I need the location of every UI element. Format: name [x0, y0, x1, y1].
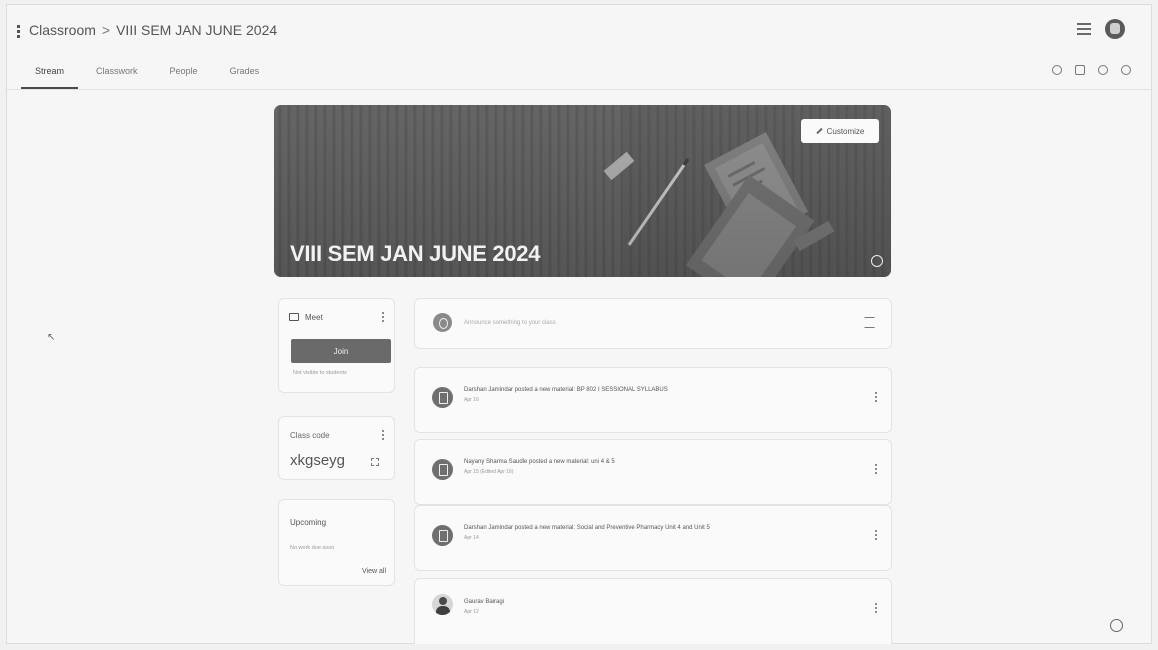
post-more-icon[interactable] — [875, 392, 878, 403]
post-date: Apr 14 — [464, 535, 479, 541]
apps-icon[interactable] — [1077, 23, 1091, 35]
customize-button[interactable]: Customize — [801, 119, 879, 143]
class-banner: VIII SEM JAN JUNE 2024 Customize — [274, 105, 891, 277]
tab-divider — [7, 89, 1151, 90]
settings-icon[interactable] — [1098, 65, 1108, 75]
breadcrumb: Classroom > VIII SEM JAN JUNE 2024 — [29, 22, 277, 38]
post-more-icon[interactable] — [875, 530, 878, 541]
avatar-icon[interactable] — [1105, 19, 1125, 39]
tab-classwork[interactable]: Classwork — [92, 59, 142, 89]
mouse-cursor-icon: ↖ — [47, 332, 56, 343]
tab-bar: Stream Classwork People Grades — [20, 59, 264, 93]
post-date: Apr 15 (Edited Apr 16) — [464, 469, 514, 475]
breadcrumb-separator: > — [101, 22, 111, 38]
upcoming-title: Upcoming — [290, 518, 327, 527]
post-date: Apr 16 — [464, 397, 479, 403]
customize-label: Customize — [826, 126, 865, 136]
class-code-value: xkgseyg — [290, 452, 346, 469]
material-icon — [432, 525, 453, 546]
tab-grades[interactable]: Grades — [226, 59, 264, 89]
post-more-icon[interactable] — [875, 464, 878, 475]
class-title: VIII SEM JAN JUNE 2024 — [290, 241, 541, 266]
class-code-label: Class code — [290, 431, 330, 440]
announce-box[interactable]: Announce something to your class — [414, 298, 892, 349]
material-icon — [432, 387, 453, 408]
help-icon[interactable] — [1110, 619, 1123, 632]
stream-post[interactable]: Nayany Sharma Saudle posted a new materi… — [414, 439, 892, 505]
class-code-card: Class code xkgseyg — [278, 416, 395, 480]
repost-icon[interactable] — [864, 317, 875, 328]
upcoming-card: Upcoming No work due soon View all — [278, 499, 395, 586]
fullscreen-icon[interactable] — [371, 458, 379, 466]
refresh-icon[interactable] — [1052, 65, 1062, 75]
breadcrumb-root[interactable]: Classroom — [29, 22, 96, 38]
menu-icon[interactable] — [17, 25, 23, 39]
material-icon — [432, 459, 453, 480]
meet-label: Meet — [305, 313, 323, 322]
announcement-post[interactable]: Gaurav Bairagi Apr 12 — [414, 578, 892, 644]
video-camera-icon — [289, 313, 299, 321]
class-code-more-icon[interactable] — [382, 430, 385, 441]
author-avatar — [432, 594, 453, 615]
meet-more-icon[interactable] — [382, 312, 385, 323]
banner-info-icon[interactable] — [871, 255, 883, 267]
top-header: Classroom > VIII SEM JAN JUNE 2024 — [7, 5, 1151, 53]
meet-card: Meet Join Not visible to students — [278, 298, 395, 393]
announce-placeholder[interactable]: Announce something to your class — [464, 320, 556, 326]
view-all-link[interactable]: View all — [362, 568, 386, 575]
join-button[interactable]: Join — [291, 339, 391, 363]
user-avatar-icon — [433, 313, 452, 332]
post-title[interactable]: Nayany Sharma Saudle posted a new materi… — [464, 459, 615, 465]
toolbar-icons — [1052, 65, 1131, 75]
edit-icon — [815, 127, 823, 135]
stream-post[interactable]: Darshan Jamindar posted a new material: … — [414, 505, 892, 571]
calendar-icon[interactable] — [1075, 65, 1085, 75]
post-date: Apr 12 — [464, 609, 479, 615]
stream-post[interactable]: Darshan Jamindar posted a new material: … — [414, 367, 892, 433]
upcoming-subtitle: No work due soon — [290, 545, 335, 551]
post-title[interactable]: Darshan Jamindar posted a new material: … — [464, 525, 710, 531]
classroom-window: Classroom > VIII SEM JAN JUNE 2024 Stream … — [6, 4, 1152, 644]
breadcrumb-current[interactable]: VIII SEM JAN JUNE 2024 — [116, 22, 277, 38]
tab-people[interactable]: People — [166, 59, 202, 89]
post-more-icon[interactable] — [875, 603, 878, 614]
info-icon[interactable] — [1121, 65, 1131, 75]
post-title[interactable]: Darshan Jamindar posted a new material: … — [464, 387, 668, 393]
meet-visibility-note: Not visible to students — [293, 370, 347, 376]
author-name[interactable]: Gaurav Bairagi — [464, 599, 504, 605]
tab-stream[interactable]: Stream — [20, 59, 79, 89]
